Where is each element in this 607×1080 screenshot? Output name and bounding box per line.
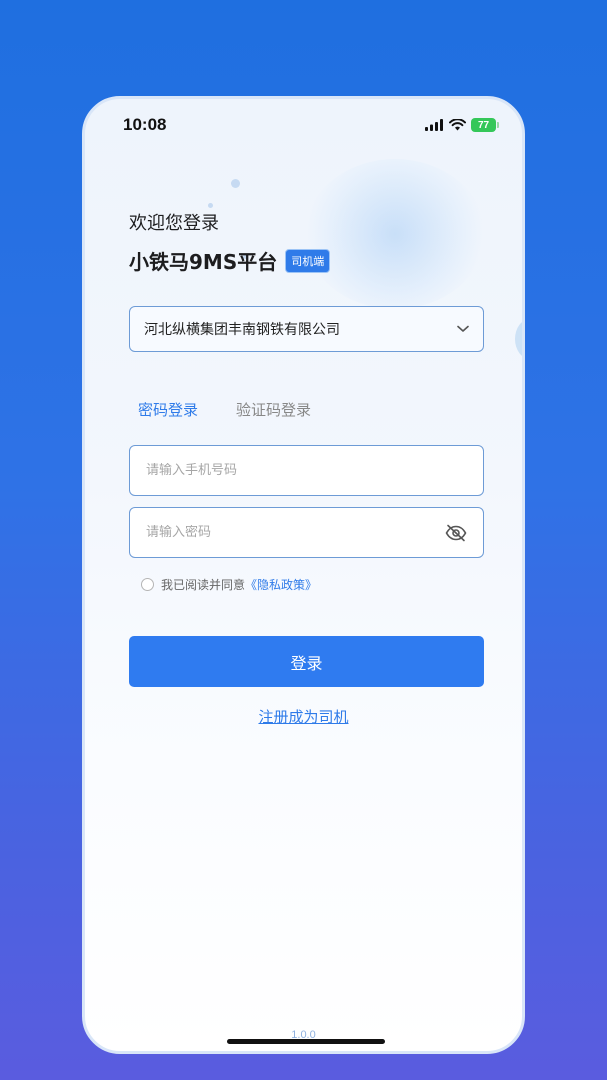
phone-field bbox=[129, 445, 484, 496]
login-screen: 10:08 77 欢迎您登录 小铁马9MS平台 司机端 河北纵横集团丰南钢铁有限… bbox=[82, 96, 525, 1054]
decorative-dot bbox=[231, 179, 240, 188]
welcome-text: 欢迎您登录 bbox=[129, 213, 219, 234]
agreement-checkbox[interactable] bbox=[141, 578, 154, 591]
agreement-row: 我已阅读并同意《隐私政策》 bbox=[141, 576, 317, 593]
company-select-value: 河北纵横集团丰南钢铁有限公司 bbox=[144, 322, 340, 338]
phone-input[interactable] bbox=[146, 463, 426, 478]
app-title: 小铁马9MS平台 bbox=[129, 250, 278, 274]
battery-icon: 77 bbox=[471, 118, 499, 132]
register-driver-link[interactable]: 注册成为司机 bbox=[258, 708, 348, 726]
login-button[interactable]: 登录 bbox=[129, 636, 484, 687]
wifi-icon bbox=[449, 119, 466, 131]
status-bar: 10:08 77 bbox=[85, 113, 522, 137]
password-field bbox=[129, 507, 484, 558]
status-icons: 77 bbox=[425, 118, 499, 132]
decorative-dot bbox=[208, 203, 213, 208]
decorative-blob bbox=[515, 319, 522, 359]
eye-off-icon[interactable] bbox=[445, 524, 467, 542]
app-title-row: 小铁马9MS平台 司机端 bbox=[129, 246, 331, 275]
register-row: 注册成为司机 bbox=[85, 706, 522, 727]
login-tabs: 密码登录 验证码登录 bbox=[138, 399, 311, 420]
role-badge: 司机端 bbox=[285, 248, 331, 273]
decorative-blob bbox=[305, 159, 485, 309]
home-indicator[interactable] bbox=[227, 1039, 385, 1044]
tab-code-login[interactable]: 验证码登录 bbox=[236, 399, 311, 420]
company-select[interactable]: 河北纵横集团丰南钢铁有限公司 bbox=[129, 306, 484, 352]
status-time: 10:08 bbox=[123, 115, 167, 134]
privacy-policy-link[interactable]: 《隐私政策》 bbox=[245, 578, 317, 592]
chevron-down-icon bbox=[457, 325, 469, 332]
tab-password-login[interactable]: 密码登录 bbox=[138, 399, 198, 420]
password-input[interactable] bbox=[146, 525, 426, 540]
agreement-text: 我已阅读并同意 bbox=[161, 578, 246, 592]
cellular-signal-icon bbox=[425, 119, 443, 131]
